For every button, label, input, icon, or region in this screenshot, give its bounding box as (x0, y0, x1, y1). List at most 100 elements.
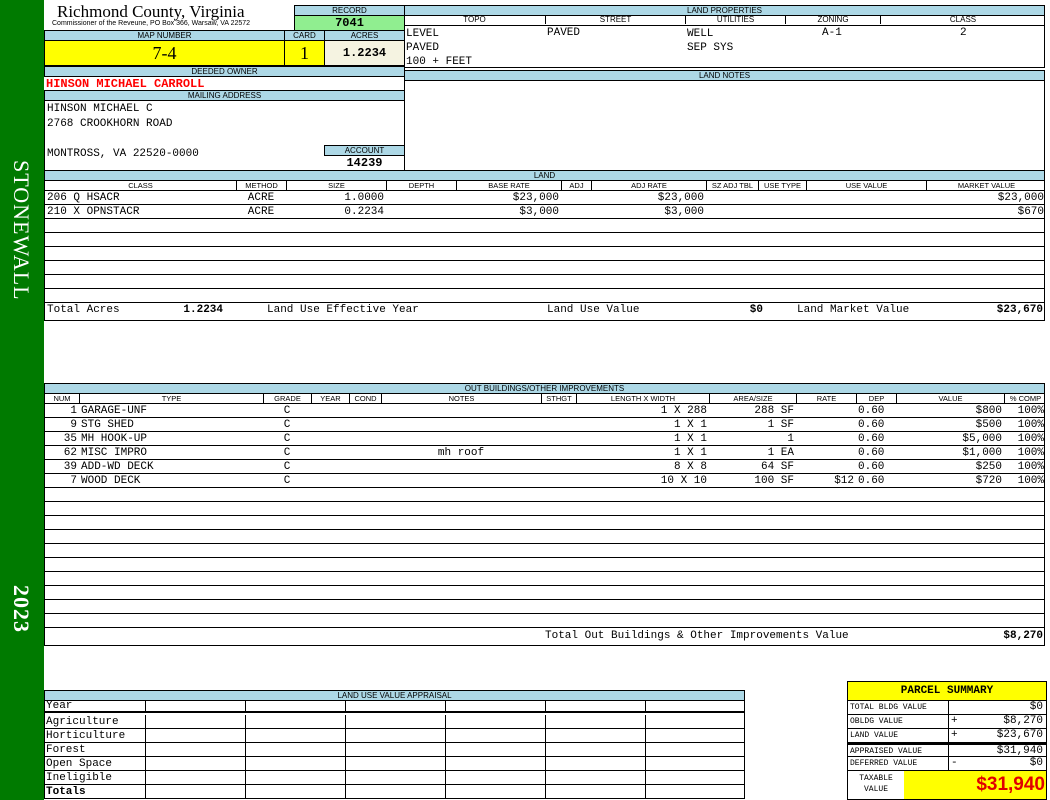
cell: ACRE (247, 206, 275, 218)
cell: 0.60 (858, 461, 885, 473)
land-row (45, 261, 1044, 275)
column-divider (145, 729, 146, 742)
outbuildings-table: NUM TYPE GRADE YEAR COND NOTES STHGT LENGTH X W… (44, 393, 1045, 646)
cell: STG SHED (81, 419, 134, 431)
cell: 1 X 288 (660, 405, 707, 417)
cell: $3,000 (519, 206, 559, 218)
summary-label: OBLDG VALUE (850, 717, 903, 726)
topo-value: PAVED (406, 42, 440, 54)
cell: $3,000 (664, 206, 704, 218)
land-row (45, 247, 1044, 261)
column-divider (345, 785, 346, 798)
parcel-summary-title: PARCEL SUMMARY (847, 681, 1047, 701)
column-divider (345, 743, 346, 756)
cell: 1.0000 (344, 192, 384, 204)
column-divider (545, 757, 546, 770)
cell: 1 X 1 (673, 447, 707, 459)
summary-value: $23,670 (996, 729, 1043, 741)
outbuilding-row (45, 572, 1044, 586)
land-market-value: $23,670 (996, 304, 1043, 316)
outbuilding-row (45, 502, 1044, 516)
column-divider (545, 729, 546, 742)
cell: 0.60 (858, 475, 885, 487)
cell: C (283, 433, 291, 445)
column-header-topo: TOPO (463, 15, 486, 24)
summary-row: LAND VALUE + $23,670 (847, 728, 1047, 743)
cell: 1 EA (767, 447, 794, 459)
cell: $23,000 (512, 192, 559, 204)
topo-value: 100 + FEET (406, 56, 473, 68)
land-use-row: Year (45, 701, 744, 713)
cell: C (283, 461, 291, 473)
cell: ACRE (247, 192, 275, 204)
column-divider (948, 745, 949, 756)
summary-row: DEFERRED VALUE - $0 (847, 756, 1047, 771)
column-divider (948, 715, 949, 728)
summary-row: APPRAISED VALUE $31,940 (847, 742, 1047, 757)
column-divider (948, 729, 949, 742)
land-use-row-label: Totals (46, 786, 86, 798)
column-divider (245, 715, 246, 728)
column-divider (245, 701, 246, 711)
map-number: 7-4 (44, 40, 285, 66)
land-table: CLASS METHOD SIZE DEPTH BASE RATE ADJ ADJ RATE… (44, 180, 1045, 321)
utilities-values: WELL SEP SYS (687, 27, 733, 55)
outbuildings-total-label: Total Out Buildings & Other Improvements… (545, 630, 849, 642)
outbuilding-row (45, 558, 1044, 572)
column-divider (245, 743, 246, 756)
land-use-row-label: Forest (46, 744, 86, 756)
cell: $1,000 (962, 447, 1002, 459)
cell: $800 (975, 405, 1002, 417)
district-sidebar: STONEWALL 2023 (0, 0, 44, 800)
column-divider (345, 701, 346, 711)
column-divider (445, 701, 446, 711)
mailing-line-3: MONTROSS, VA 22520-0000 (47, 148, 199, 160)
cell: C (283, 447, 291, 459)
cell: $23,000 (997, 192, 1044, 204)
column-divider (645, 785, 646, 798)
column-header-zoning: ZONING (785, 16, 880, 24)
cell: $720 (975, 475, 1002, 487)
column-divider (345, 771, 346, 784)
land-use-row: Ineligible (45, 771, 744, 785)
account-number: 14239 (346, 156, 383, 170)
cell: 100% (1017, 419, 1044, 431)
taxable-value: $31,940 (904, 771, 1046, 799)
mailing-line-1: HINSON MICHAEL C (47, 103, 153, 115)
cell: 100% (1017, 447, 1044, 459)
taxable-row: TAXABLE VALUE $31,940 (847, 770, 1047, 800)
column-divider (948, 701, 949, 714)
cell: 206 Q HSACR (47, 192, 120, 204)
column-header-class: CLASS (880, 16, 1045, 24)
cell: 100% (1017, 461, 1044, 473)
cell: 9 (70, 419, 77, 431)
column-divider (445, 785, 446, 798)
column-divider (645, 715, 646, 728)
column-divider (545, 701, 546, 711)
summary-sign: + (951, 715, 958, 727)
cell: 100% (1017, 475, 1044, 487)
land-row (45, 219, 1044, 233)
cell: 0.60 (858, 447, 885, 459)
outbuilding-row (45, 586, 1044, 600)
land-totals-row: Total Acres 1.2234 Land Use Effective Year… (45, 301, 1044, 320)
outbuildings-total: $8,270 (1003, 630, 1043, 642)
column-divider (445, 743, 446, 756)
summary-value: $0 (1029, 757, 1043, 769)
column-divider (145, 771, 146, 784)
column-divider (145, 715, 146, 728)
cell: WOOD DECK (81, 475, 141, 487)
cell: MH HOOK-UP (81, 433, 148, 445)
land-use-row: Forest (45, 743, 744, 757)
land-notes-area (404, 80, 1045, 171)
utilities-value: SEP SYS (687, 42, 734, 54)
cell: mh roof (437, 447, 485, 459)
land-row: 206 Q HSACR ACRE 1.0000 $23,000 $23,000 $23,0… (45, 191, 1044, 205)
summary-label: LAND VALUE (850, 731, 899, 740)
acres-value: 1.2234 (324, 40, 405, 66)
summary-row: OBLDG VALUE + $8,270 (847, 714, 1047, 729)
cell: $250 (975, 461, 1002, 473)
cell: MISC IMPRO (81, 447, 148, 459)
page-title: Richmond County, Virginia (57, 2, 245, 21)
cell: 10 X 10 (660, 475, 707, 487)
